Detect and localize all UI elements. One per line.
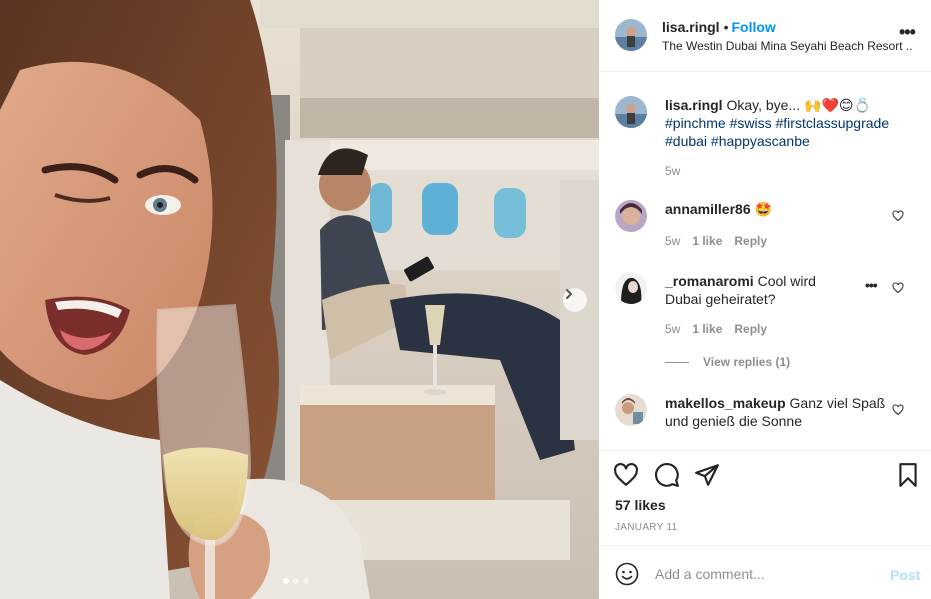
avatar[interactable] <box>615 200 647 232</box>
carousel-dot <box>303 578 309 584</box>
comment-options-button[interactable]: ••• <box>865 277 878 293</box>
avatar-image <box>615 394 647 426</box>
avatar-image <box>615 200 647 232</box>
like-comment-heart-icon[interactable] <box>892 404 904 416</box>
comment-item: _romanaromi Cool wird Dubai geheiratet? … <box>615 272 915 372</box>
caption-text: lisa.ringl Okay, bye... 🙌❤️😊💍 #pinchme #… <box>665 96 893 150</box>
comment-likes[interactable]: 1 like <box>692 322 722 336</box>
add-comment-bar: Post <box>599 545 931 599</box>
comment-input[interactable] <box>655 563 875 585</box>
comment-text: annamiller86 🤩 <box>665 200 893 218</box>
like-comment-heart-icon[interactable] <box>892 210 904 222</box>
separator-bullet: • <box>723 19 729 35</box>
comments-list: lisa.ringl Okay, bye... 🙌❤️😊💍 #pinchme #… <box>599 72 931 450</box>
share-paper-plane-icon[interactable] <box>694 462 720 488</box>
comment-meta: 5w 1 like Reply <box>665 322 767 336</box>
photo-illustration <box>0 0 599 599</box>
comment-text: _romanaromi Cool wird Dubai geheiratet? <box>665 272 855 308</box>
carousel-indicator <box>283 578 309 584</box>
view-replies-button[interactable]: View replies (1) <box>665 355 790 369</box>
username-link[interactable]: lisa.ringl <box>662 19 720 35</box>
location-link[interactable]: The Westin Dubai Mina Seyahi Beach Resor… <box>662 39 912 53</box>
timestamp[interactable]: 5w <box>665 322 680 336</box>
replies-divider <box>665 361 689 363</box>
comment-text: makellos_makeup Ganz viel Spaß und genie… <box>665 394 893 430</box>
carousel-dot <box>293 578 299 584</box>
comment-bubble-icon[interactable] <box>654 462 680 488</box>
hashtags[interactable]: #dubai #happyascanbe <box>665 133 810 149</box>
like-comment-heart-icon[interactable] <box>892 282 904 294</box>
view-replies-label: View replies (1) <box>703 355 791 369</box>
comment-body: 🤩 <box>754 201 772 217</box>
reply-button[interactable]: Reply <box>734 322 767 336</box>
timestamp[interactable]: 5w <box>665 234 680 248</box>
post-header: lisa.ringl • Follow The Westin Dubai Mina … <box>599 0 931 72</box>
caption-meta: 5w <box>665 164 680 178</box>
reply-button[interactable]: Reply <box>734 234 767 248</box>
username-link[interactable]: annamiller86 <box>665 201 751 217</box>
avatar-image <box>615 96 647 128</box>
comment-meta: 5w 1 like Reply <box>665 234 767 248</box>
post-side-panel: lisa.ringl • Follow The Westin Dubai Mina … <box>599 0 931 599</box>
post-photo[interactable] <box>0 0 599 599</box>
post-date[interactable]: JANUARY 11 <box>615 522 677 533</box>
caption: lisa.ringl Okay, bye... 🙌❤️😊💍 #pinchme #… <box>615 96 915 186</box>
avatar-image <box>615 272 647 304</box>
post-actions: 57 likes JANUARY 11 <box>599 450 931 545</box>
post-author: lisa.ringl • Follow <box>662 19 776 35</box>
next-image-button[interactable] <box>563 288 587 312</box>
hashtags[interactable]: #pinchme #swiss #firstclassupgrade <box>665 115 889 131</box>
avatar[interactable] <box>615 272 647 304</box>
avatar[interactable] <box>615 394 647 426</box>
chevron-right-icon <box>566 289 572 299</box>
username-link[interactable]: makellos_makeup <box>665 395 786 411</box>
comment-item: makellos_makeup Ganz viel Spaß und genie… <box>615 394 915 444</box>
more-options-button[interactable]: ••• <box>899 22 916 43</box>
timestamp[interactable]: 5w <box>665 164 680 178</box>
post-comment-button[interactable]: Post <box>890 567 920 583</box>
avatar[interactable] <box>615 96 647 128</box>
follow-button[interactable]: Follow <box>731 19 775 35</box>
like-count[interactable]: 57 likes <box>615 497 666 513</box>
like-heart-icon[interactable] <box>613 462 639 488</box>
avatar-image <box>615 19 647 51</box>
comment-item: annamiller86 🤩 5w 1 like Reply <box>615 200 915 250</box>
carousel-dot-active <box>283 578 289 584</box>
avatar[interactable] <box>615 19 647 51</box>
comment-likes[interactable]: 1 like <box>692 234 722 248</box>
caption-body: Okay, bye... 🙌❤️😊💍 <box>726 97 871 113</box>
save-bookmark-icon[interactable] <box>895 462 921 488</box>
username-link[interactable]: _romanaromi <box>665 273 754 289</box>
emoji-smiley-icon[interactable] <box>615 562 639 586</box>
username-link[interactable]: lisa.ringl <box>665 97 723 113</box>
